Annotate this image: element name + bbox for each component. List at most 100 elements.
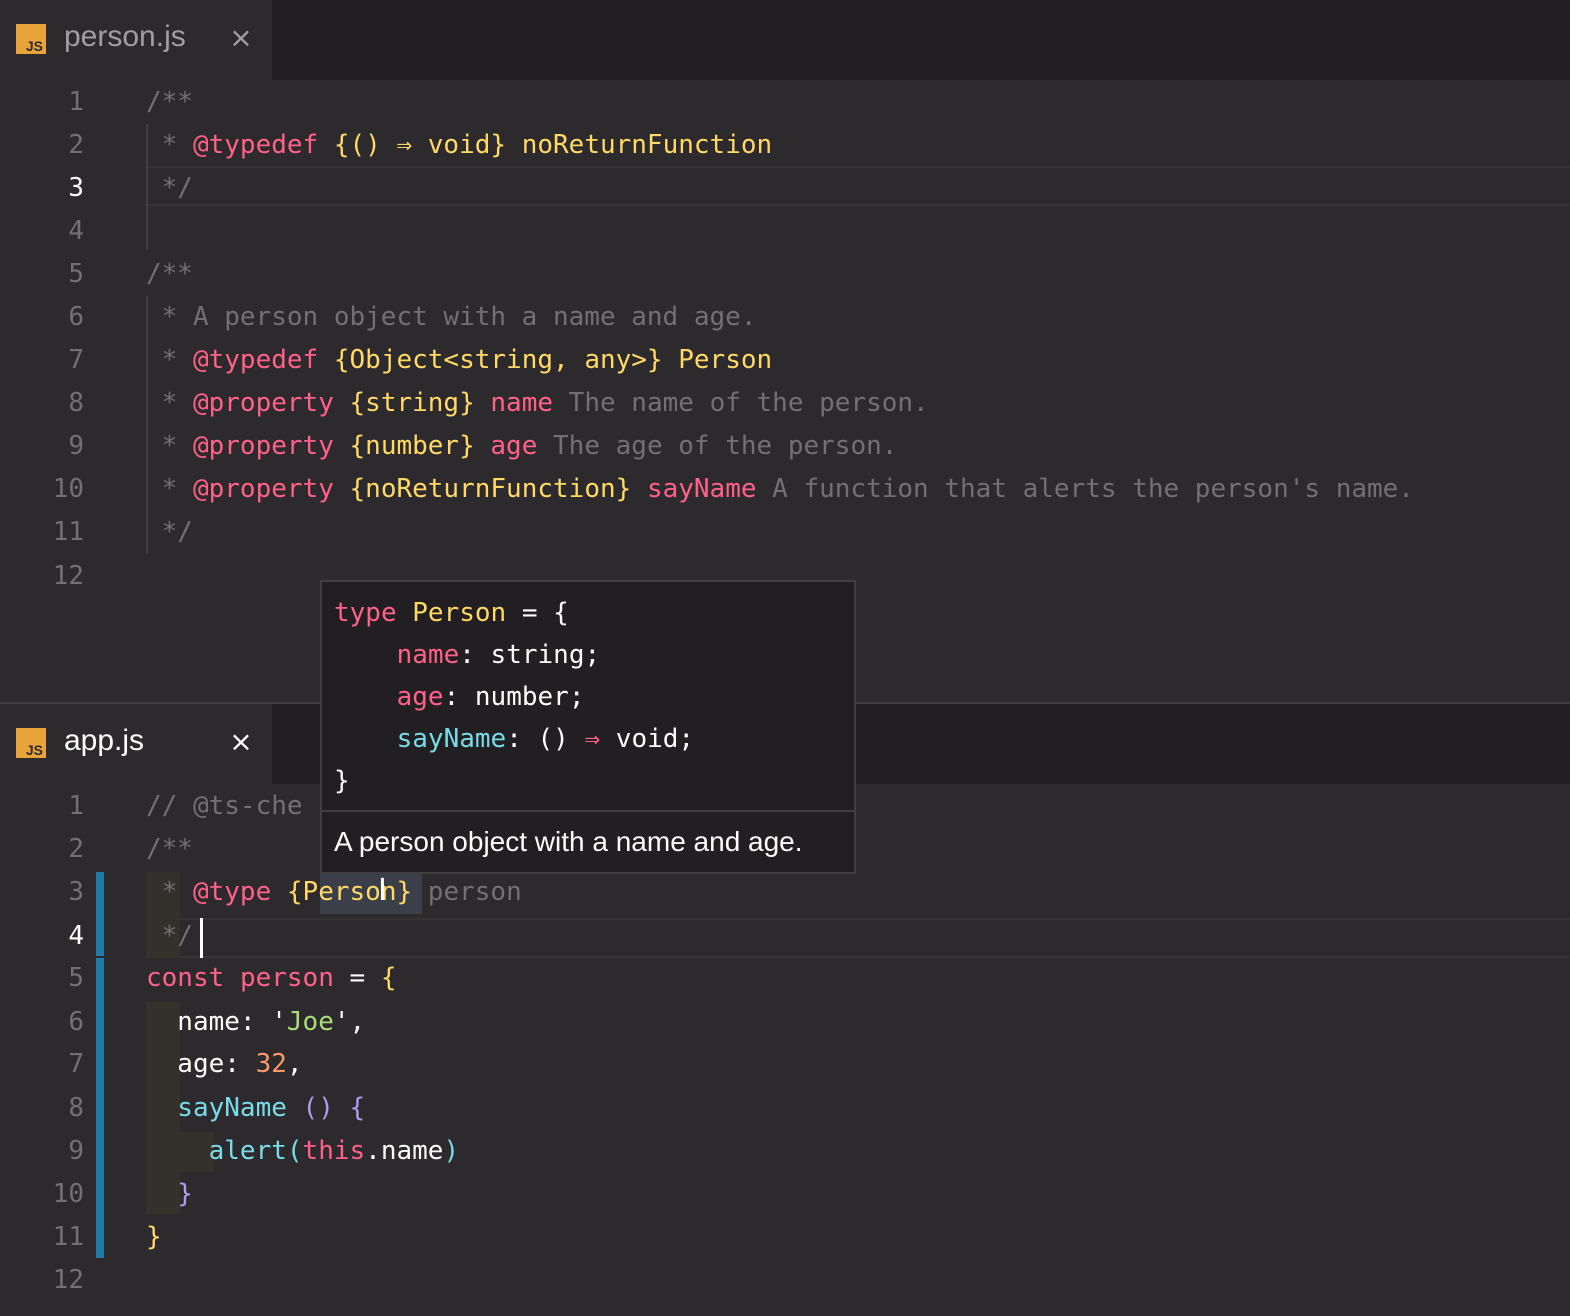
code-token: * [146,877,193,907]
code-line[interactable]: 10 * @property {noReturnFunction} sayNam… [0,467,1570,511]
code-token: {noReturnFunction} [349,474,632,504]
code-text: */ [146,166,193,210]
code-line[interactable]: 7 * @typedef {Object<string, any>} Perso… [0,338,1570,382]
line-number: 7 [68,1049,84,1079]
code-line[interactable]: 11 */ [0,510,1570,554]
code-text: } [146,1215,162,1259]
code-token: * [146,130,193,160]
line-number: 4 [68,921,84,951]
hover-code-line: sayName: () ⇒ void; [334,718,694,760]
code-token: alert [146,1136,287,1166]
code-line[interactable]: 5 const person = { [0,956,1570,1000]
code-token: * [146,431,193,461]
code-token: {string} [349,388,475,418]
code-token: The name of the person. [553,388,929,418]
tab-app-js[interactable]: JS app.js × [0,704,272,784]
code-line[interactable]: 11} [0,1215,1570,1259]
code-token: {() ⇒ void} [333,130,507,160]
code-line[interactable]: 5 /** [0,252,1570,296]
code-token: Joe [286,1007,334,1037]
javascript-file-icon: JS [16,24,46,54]
code-token: name: [146,1007,272,1037]
close-icon[interactable]: × [228,18,254,58]
code-token: @property [192,474,334,504]
code-line[interactable]: 4 */ [0,914,1570,958]
code-token: * [146,345,193,375]
code-token: } [146,1179,193,1209]
code-token: ', [333,1007,366,1037]
code-token: * [146,388,193,418]
code-token: {number} [349,431,475,461]
code-token: @typedef [192,345,319,375]
code-line[interactable]: 8 sayName () { [0,1086,1570,1130]
code-token: ⇒ [584,724,601,754]
code-token: The age of the person. [537,431,898,461]
code-text: age: 32, [146,1042,302,1086]
code-text: const person = { [146,956,396,1000]
code-token: ' [271,1007,287,1037]
code-token: // @ts-che [146,791,303,821]
code-token: : () [506,724,585,754]
code-token: } [146,1222,162,1252]
code-line[interactable]: 12 [0,1258,1570,1302]
code-token: @property [192,431,334,461]
code-token: { [380,963,397,993]
code-line[interactable]: 6 name: 'Joe', [0,1000,1570,1044]
code-token: A function that alerts the person's name… [756,474,1414,504]
hover-type-signature: type Person = { name: string; age: numbe… [322,582,854,810]
line-number: 8 [68,388,84,418]
code-line[interactable]: 7 age: 32, [0,1042,1570,1086]
code-text: /** [146,252,193,296]
line-number: 8 [68,1093,84,1123]
code-line[interactable]: 10 } [0,1172,1570,1216]
code-token: .name [365,1136,444,1166]
code-text: /** [146,827,193,871]
hover-code-line: age: number; [334,676,585,718]
code-text: } [146,1172,193,1216]
code-token: @property [192,388,334,418]
code-line[interactable]: 4 [0,209,1570,253]
code-line[interactable]: 9 * @property {number} age The age of th… [0,424,1570,468]
code-line[interactable]: 1 /** [0,80,1570,124]
code-token: = { [506,598,569,628]
line-number: 11 [52,517,84,547]
code-token: : number; [443,682,585,712]
code-line[interactable]: 3 * @type {Person} person [0,870,1570,914]
code-text: */ [146,914,193,958]
line-number: 5 [68,259,84,289]
code-token: */ [146,173,193,203]
code-token: /** [146,259,193,289]
tab-person-js[interactable]: JS person.js × [0,0,272,80]
code-token: age [490,431,538,461]
code-text: * @property {number} age The age of the … [146,424,898,468]
code-text: * @property {noReturnFunction} sayName A… [146,467,1414,511]
code-token: } [334,766,350,796]
code-text: /** [146,80,193,124]
code-line[interactable]: 2 * @typedef {() ⇒ void} noReturnFunctio… [0,123,1570,167]
code-line[interactable]: 8 * @property {string} name The name of … [0,381,1570,425]
code-token: Person [678,345,773,375]
code-line[interactable]: 6 * A person object with a name and age. [0,295,1570,339]
close-icon[interactable]: × [228,722,254,762]
line-number: 4 [68,216,84,246]
code-token: * A person object with a name and age. [146,302,757,332]
code-token: sayName [646,474,757,504]
code-text: * @typedef {Object<string, any>} Person [146,338,773,382]
code-token: @type [192,877,272,907]
code-token: {Person} [286,877,413,907]
line-number: 10 [52,474,84,504]
line-number: 3 [68,173,84,203]
code-line[interactable]: 9 alert(this.name) [0,1129,1570,1173]
code-line[interactable]: 3 */ [0,166,1570,210]
code-token: this [302,1136,366,1166]
